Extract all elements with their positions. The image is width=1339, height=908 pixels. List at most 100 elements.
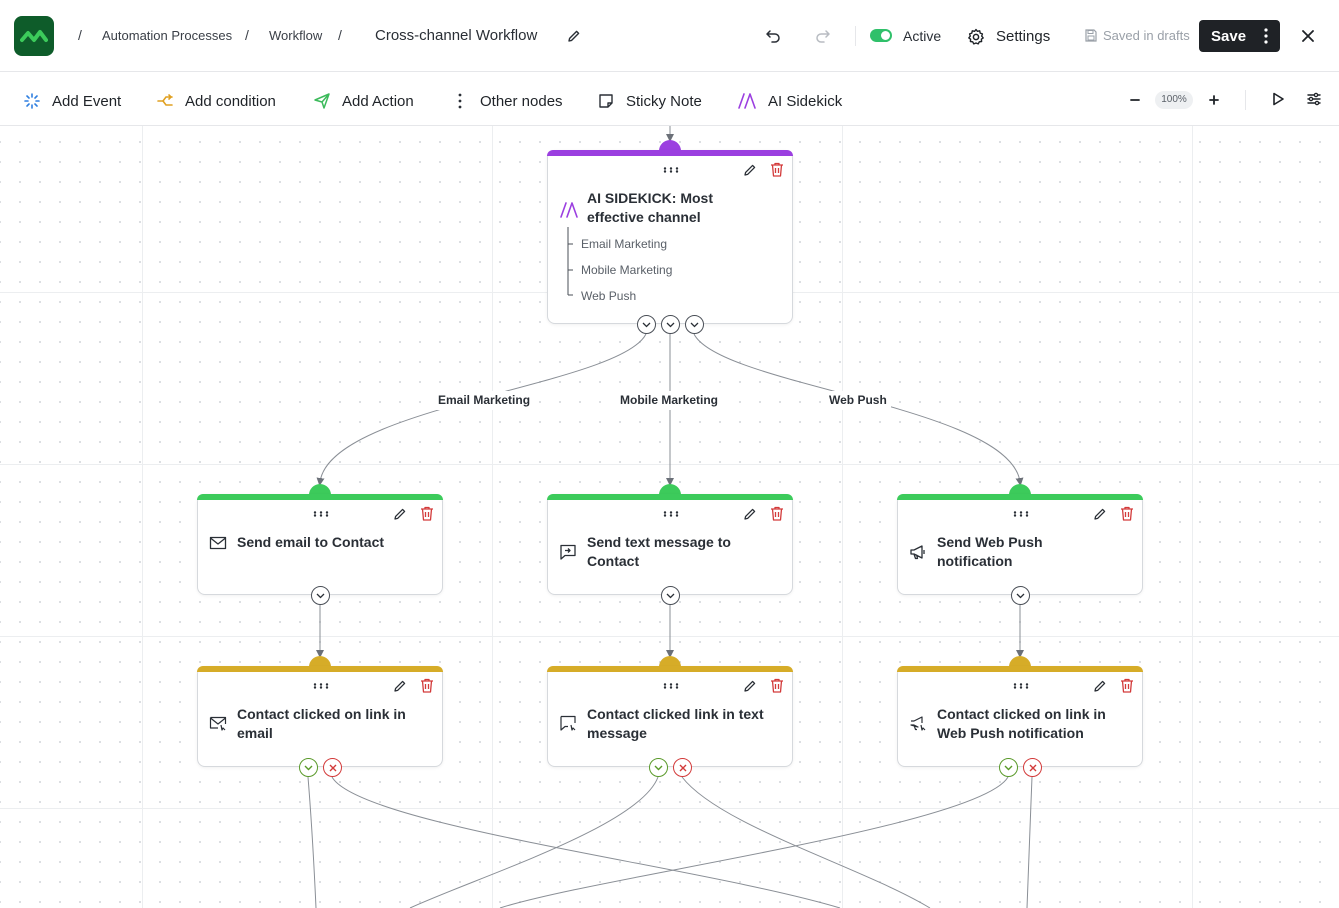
redo-icon (816, 30, 830, 43)
settings-button[interactable] (966, 27, 985, 46)
settings-label[interactable]: Settings (996, 28, 1050, 45)
run-test-button[interactable] (1270, 91, 1286, 107)
sticky-note-button[interactable]: Sticky Note (598, 91, 702, 111)
action-node-send-text[interactable]: Send text message to Contact (547, 494, 793, 595)
divider (1245, 90, 1246, 110)
action-node-send-email[interactable]: Send email to Contact (197, 494, 443, 595)
trash-icon[interactable] (420, 678, 434, 693)
chevron-down-icon (690, 322, 699, 327)
event-node-web-push-click[interactable]: Contact clicked on link in Web Push noti… (897, 666, 1143, 767)
drag-handle-icon[interactable] (313, 683, 329, 689)
edge-label-web-push[interactable]: Web Push (825, 391, 891, 410)
add-condition-button[interactable]: Add condition (157, 91, 276, 111)
trash-icon[interactable] (770, 678, 784, 693)
node-title-line: notification (937, 553, 1013, 569)
chevron-down-icon (666, 593, 675, 598)
ai-sidekick-button[interactable]: AI Sidekick (738, 91, 842, 111)
check-chevron-icon (1004, 765, 1013, 770)
add-event-button[interactable]: Add Event (24, 91, 121, 111)
pencil-icon[interactable] (743, 163, 757, 177)
node-title: Contact clicked link in text message (587, 705, 792, 743)
output-port[interactable] (1011, 586, 1030, 605)
output-port[interactable] (311, 586, 330, 605)
undo-button[interactable] (764, 27, 782, 45)
breadcrumb-separator: / (245, 27, 249, 43)
event-node-email-click[interactable]: Contact clicked on link in email (197, 666, 443, 767)
option-web-push: Web Push (581, 289, 637, 303)
other-nodes-button[interactable]: Other nodes (452, 91, 563, 111)
zoom-in-button[interactable] (1207, 93, 1221, 107)
output-port[interactable] (661, 586, 680, 605)
node-color-bar (897, 494, 1143, 500)
breadcrumb-workflow[interactable]: Workflow (269, 28, 322, 43)
save-button[interactable]: Save (1199, 20, 1280, 52)
pencil-icon[interactable] (1093, 507, 1107, 521)
yes-port[interactable] (299, 758, 318, 777)
edit-title-button[interactable] (566, 28, 582, 44)
close-button[interactable] (1299, 27, 1317, 45)
node-color-bar (547, 666, 793, 672)
workflow-title: Cross-channel Workflow (375, 27, 538, 44)
add-event-label: Add Event (52, 92, 122, 110)
action-node-send-web-push[interactable]: Send Web Push notification (897, 494, 1143, 595)
output-port-mobile-marketing[interactable] (661, 315, 680, 334)
add-condition-label: Add condition (185, 92, 276, 110)
more-vertical-icon[interactable] (1264, 28, 1268, 44)
yes-port[interactable] (999, 758, 1018, 777)
drag-handle-icon[interactable] (663, 511, 679, 517)
sticky-note-label: Sticky Note (626, 92, 702, 110)
node-title-line: Send text message to (587, 534, 731, 550)
node-title: Contact clicked on link in Web Push noti… (937, 705, 1137, 743)
event-node-sms-click[interactable]: Contact clicked link in text message (547, 666, 793, 767)
drag-handle-icon[interactable] (663, 167, 679, 173)
ai-sidekick-node[interactable]: AI SIDEKICK: Most effective channel Emai… (547, 150, 793, 324)
workflow-canvas[interactable]: Email Marketing Mobile Marketing Web Pus… (0, 126, 1339, 908)
mail-click-icon (209, 716, 227, 731)
edge-label-mobile-marketing[interactable]: Mobile Marketing (616, 391, 723, 410)
trash-icon[interactable] (420, 506, 434, 521)
pencil-icon[interactable] (743, 679, 757, 693)
canvas-settings-button[interactable] (1306, 91, 1322, 107)
no-port[interactable] (673, 758, 692, 777)
no-port[interactable] (1023, 758, 1042, 777)
output-port-email-marketing[interactable] (637, 315, 656, 334)
breadcrumb-separator: / (338, 27, 342, 43)
add-action-button[interactable]: Add Action (314, 91, 414, 111)
pencil-icon[interactable] (1093, 679, 1107, 693)
chevron-down-icon (316, 593, 325, 598)
top-bar: / Automation Processes / Workflow / Cros… (0, 0, 1339, 72)
drag-handle-icon[interactable] (313, 511, 329, 517)
node-title-line: effective channel (587, 209, 701, 225)
trash-icon[interactable] (1120, 506, 1134, 521)
sms-click-icon (560, 715, 576, 731)
app-logo[interactable] (14, 16, 54, 56)
drag-handle-icon[interactable] (663, 683, 679, 689)
trash-icon[interactable] (770, 506, 784, 521)
sms-icon (560, 544, 576, 560)
drag-handle-icon[interactable] (1013, 683, 1029, 689)
breadcrumb-automation-processes[interactable]: Automation Processes (102, 28, 232, 43)
zoom-out-button[interactable] (1128, 93, 1142, 107)
redo-button[interactable] (814, 27, 832, 45)
trash-icon[interactable] (1120, 678, 1134, 693)
pencil-icon[interactable] (393, 507, 407, 521)
no-port[interactable] (323, 758, 342, 777)
option-mobile-marketing: Mobile Marketing (581, 263, 673, 277)
drag-handle-icon[interactable] (1013, 511, 1029, 517)
plus-icon (1209, 95, 1219, 105)
active-toggle[interactable] (870, 29, 892, 42)
node-title: Contact clicked on link in email (237, 705, 437, 743)
yes-port[interactable] (649, 758, 668, 777)
node-title-line: AI SIDEKICK: Most (587, 190, 713, 206)
output-port-web-push[interactable] (685, 315, 704, 334)
node-title-line: Send Web Push (937, 534, 1043, 550)
trash-icon[interactable] (770, 162, 784, 177)
pencil-icon[interactable] (393, 679, 407, 693)
pencil-icon[interactable] (743, 507, 757, 521)
node-title: AI SIDEKICK: Most effective channel (587, 189, 777, 227)
node-color-bar (547, 150, 793, 156)
tree-connector (567, 227, 573, 296)
add-action-label: Add Action (342, 92, 414, 110)
ai-sidekick-icon (560, 202, 578, 218)
edge-label-email-marketing[interactable]: Email Marketing (434, 391, 535, 410)
